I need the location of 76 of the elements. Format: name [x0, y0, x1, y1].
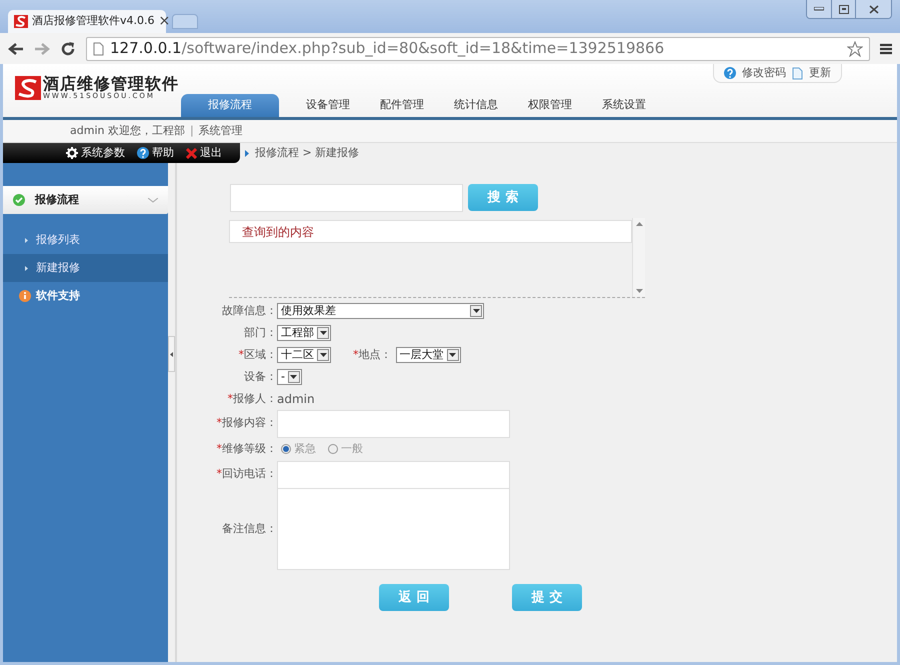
- field-label: *维修等级：: [216, 440, 277, 457]
- radio-button[interactable]: [281, 444, 291, 454]
- settings-icon: [66, 147, 78, 159]
- new-tab-button[interactable]: [172, 14, 198, 29]
- dropdown[interactable]: 十二区: [277, 347, 331, 363]
- reload-icon[interactable]: [60, 40, 76, 56]
- field-label: 部门：: [243, 324, 277, 341]
- scroll-up-icon[interactable]: [636, 222, 642, 226]
- bullet-icon: [25, 238, 28, 242]
- browser-tab[interactable]: 酒店报修管理软件v4.0.6 ×: [8, 10, 166, 33]
- radio-label: 一般: [341, 440, 363, 457]
- tab-title: 酒店报修管理软件v4.0.6: [32, 13, 154, 30]
- star-icon[interactable]: [847, 40, 863, 56]
- dropdown[interactable]: 工程部: [277, 325, 331, 341]
- field-label: *区域：: [238, 346, 277, 363]
- toolbar-link[interactable]: 系统参数: [81, 144, 125, 162]
- sidebar-item[interactable]: 新建报修: [3, 254, 168, 282]
- sidebar-group[interactable]: 报修流程: [3, 186, 168, 214]
- sidebar-group[interactable]: 软件支持: [3, 282, 168, 310]
- page-icon: [792, 66, 803, 80]
- address-bar[interactable]: 127.0.0.1/software/index.php?sub_id=80&soft_id=18&time=1392519866: [86, 36, 870, 60]
- caret-icon: [320, 331, 326, 335]
- radio-label: 紧急: [294, 440, 316, 457]
- help-icon: [724, 67, 736, 79]
- dropdown[interactable]: 使用效果差: [277, 303, 484, 319]
- breadcrumb: 报修流程 > 新建报修: [255, 144, 360, 161]
- reporter-name: admin: [277, 391, 315, 408]
- header-link[interactable]: 更新: [809, 64, 831, 82]
- nav-tab[interactable]: 报修流程: [181, 94, 279, 117]
- back-icon[interactable]: [8, 42, 24, 56]
- url-text: 127.0.0.1/software/index.php?sub_id=80&soft_id=18&time=1392519866: [110, 38, 664, 60]
- collapse-icon: [170, 352, 173, 356]
- field-label: 设备：: [243, 368, 277, 385]
- field-label: *报修内容：: [216, 415, 277, 432]
- bullet-icon: [245, 150, 249, 156]
- bullet-icon: [25, 266, 28, 270]
- text-field[interactable]: [277, 410, 510, 438]
- check-icon: [13, 194, 25, 206]
- field-label: *地点：: [353, 346, 392, 363]
- close-icon[interactable]: [868, 4, 878, 14]
- logo-title: 酒店维修管理软件: [43, 76, 179, 92]
- scrollbar[interactable]: [632, 218, 645, 297]
- toolbar-link[interactable]: 退出: [200, 144, 222, 162]
- dropdown[interactable]: 一层大堂: [396, 347, 460, 363]
- info-icon: [19, 290, 31, 302]
- page-icon: [93, 42, 104, 56]
- search-field[interactable]: [230, 184, 463, 212]
- field-label: 备注信息：: [221, 520, 277, 537]
- chevron-icon: [148, 198, 158, 202]
- field-label: *回访电话：: [216, 466, 277, 482]
- forward-icon[interactable]: [34, 42, 50, 56]
- caret-icon: [290, 375, 298, 379]
- maximize-icon[interactable]: [838, 4, 848, 14]
- field-label: 故障信息：: [221, 302, 277, 319]
- result-row[interactable]: 查询到的内容: [229, 220, 632, 243]
- dropdown[interactable]: -: [277, 369, 302, 385]
- toolbar-link[interactable]: 帮助: [152, 144, 174, 162]
- caret-icon: [472, 309, 480, 313]
- radio-button[interactable]: [328, 444, 338, 454]
- header-link[interactable]: 修改密码: [742, 64, 786, 82]
- caret-icon: [320, 353, 326, 357]
- close-icon: [186, 148, 197, 158]
- menu-icon[interactable]: [880, 42, 892, 54]
- welcome-text: admin 欢迎您，工程部: [70, 122, 185, 139]
- site-icon: [14, 14, 28, 28]
- text-field[interactable]: [277, 460, 510, 488]
- system-link[interactable]: 系统管理: [198, 122, 243, 140]
- logo-icon: [15, 76, 41, 100]
- minimize-icon[interactable]: [814, 7, 824, 11]
- collapse-handle[interactable]: [168, 336, 175, 372]
- caret-icon: [449, 353, 456, 357]
- scroll-down-icon[interactable]: [636, 289, 642, 293]
- field-label: *报修人：: [226, 390, 277, 407]
- separator: |: [190, 122, 194, 139]
- help-icon: [137, 147, 149, 159]
- sidebar-item[interactable]: 报修列表: [3, 226, 168, 254]
